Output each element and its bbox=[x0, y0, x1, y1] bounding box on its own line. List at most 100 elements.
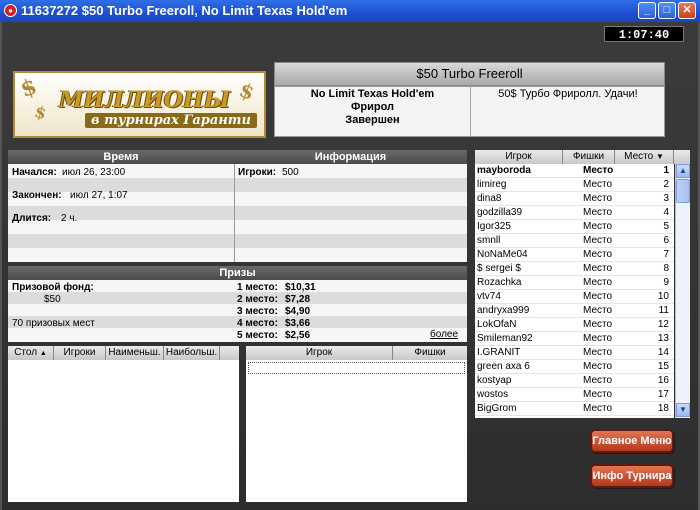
player-chips: Место bbox=[583, 291, 613, 302]
players-count-label: Игроки: bbox=[238, 167, 277, 178]
column-header-chips[interactable]: Фишки bbox=[563, 150, 615, 164]
ended-label: Закончен: bbox=[12, 190, 62, 201]
player-place: 2 bbox=[663, 179, 669, 190]
tournament-kind: Фрирол bbox=[350, 101, 395, 113]
prize-amount: $7,28 bbox=[285, 294, 311, 305]
player-chips: Место bbox=[583, 347, 613, 358]
player-place: 4 bbox=[663, 207, 669, 218]
player-row[interactable]: Igor325 Место 5 bbox=[475, 220, 674, 234]
player-place: 11 bbox=[658, 305, 669, 316]
column-header-place[interactable]: Место ▼ bbox=[615, 150, 674, 164]
duration-value: 2 ч. bbox=[61, 213, 78, 224]
table-player-row[interactable] bbox=[248, 362, 465, 374]
player-row[interactable]: dina8 Место 3 bbox=[475, 192, 674, 206]
player-place: 13 bbox=[657, 333, 669, 344]
time-info-panel: Начался: июл 26, 23:00 Закончен: июл 27,… bbox=[8, 164, 467, 262]
prize-place: 3 место: bbox=[237, 306, 278, 317]
duration-label: Длится: bbox=[12, 213, 52, 224]
dollar-sign-icon: $ bbox=[236, 77, 258, 105]
prizes-panel: Призовой фонд: $50 70 призовых мест 1 ме… bbox=[8, 280, 467, 342]
player-place: 17 bbox=[657, 389, 669, 400]
column-header-players[interactable]: Игроки bbox=[54, 346, 106, 360]
column-header-player[interactable]: Игрок bbox=[475, 150, 563, 164]
table-players-list[interactable]: Игрок Фишки bbox=[246, 346, 467, 502]
player-name: BigGrom bbox=[477, 403, 517, 414]
prize-pool-value: $50 bbox=[44, 294, 61, 305]
player-row[interactable]: $ sergei $ Место 8 bbox=[475, 262, 674, 276]
column-header-min-stack[interactable]: Наименьш. bbox=[106, 346, 164, 360]
scroll-down-arrow-icon[interactable]: ▼ bbox=[676, 403, 690, 417]
prize-amount: $4,90 bbox=[285, 306, 311, 317]
close-button[interactable]: ✕ bbox=[678, 2, 696, 19]
logo-subtitle: в турнирах Гаранти bbox=[85, 113, 257, 128]
players-scrollbar[interactable]: ▲ ▼ bbox=[675, 164, 690, 418]
started-value: июл 26, 23:00 bbox=[62, 167, 126, 178]
player-row[interactable]: Rozachka Место 9 bbox=[475, 276, 674, 290]
player-chips: Место bbox=[583, 249, 613, 260]
player-place: 9 bbox=[663, 277, 669, 288]
player-chips: Место bbox=[583, 403, 613, 414]
player-chips: Место bbox=[583, 361, 613, 372]
player-name: Rozachka bbox=[477, 277, 522, 288]
player-chips: Место bbox=[583, 333, 613, 344]
column-header-max-stack[interactable]: Наибольш. bbox=[164, 346, 220, 360]
player-row[interactable]: BigGrom Место 18 bbox=[475, 402, 674, 416]
main-menu-button[interactable]: Главное Меню bbox=[590, 429, 674, 453]
player-chips: Место bbox=[583, 193, 613, 204]
prize-place: 2 место: bbox=[237, 294, 278, 305]
player-row[interactable]: godzilla39 Место 4 bbox=[475, 206, 674, 220]
player-chips: Место bbox=[583, 375, 613, 386]
minimize-button[interactable]: _ bbox=[638, 2, 656, 19]
tournament-info-button[interactable]: Инфо Турнира bbox=[590, 464, 674, 488]
player-place: 1 bbox=[663, 165, 669, 176]
player-place: 15 bbox=[657, 361, 669, 372]
player-name: LokOfaN bbox=[477, 319, 517, 330]
scroll-up-arrow-icon[interactable]: ▲ bbox=[676, 164, 690, 178]
column-header-place-label: Место bbox=[624, 151, 654, 162]
player-row[interactable]: smnll Место 6 bbox=[475, 234, 674, 248]
player-place: 7 bbox=[663, 249, 669, 260]
player-row[interactable]: wostos Место 17 bbox=[475, 388, 674, 402]
player-row[interactable]: limireg Место 2 bbox=[475, 178, 674, 192]
player-row[interactable]: I.GRANIT Место 14 bbox=[475, 346, 674, 360]
tournament-message: 50$ Турбо Фриролл. Удачи! bbox=[498, 88, 638, 100]
more-prizes-link[interactable]: более bbox=[430, 329, 458, 340]
maximize-button[interactable]: □ bbox=[658, 2, 676, 19]
player-chips: Место bbox=[583, 389, 613, 400]
player-place: 3 bbox=[663, 193, 669, 204]
player-place: 12 bbox=[657, 319, 669, 330]
player-row[interactable]: Smileman92 Место 13 bbox=[475, 332, 674, 346]
player-row[interactable]: NoNaMe04 Место 7 bbox=[475, 248, 674, 262]
player-chips: Место bbox=[583, 277, 613, 288]
player-name: mayboroda bbox=[477, 165, 531, 176]
game-type: No Limit Texas Hold'em bbox=[310, 88, 435, 100]
player-name: kostyap bbox=[477, 375, 512, 386]
tournament-summary: No Limit Texas Hold'em Фрирол Завершен 5… bbox=[274, 86, 665, 137]
player-chips: Место bbox=[583, 305, 613, 316]
promo-logo: $ $ $ $ МИЛЛИОНЫ в турнирах Гаранти bbox=[13, 71, 266, 138]
column-header-player[interactable]: Игрок bbox=[246, 346, 393, 360]
player-row[interactable]: green axa 6 Место 15 bbox=[475, 360, 674, 374]
column-header-table[interactable]: Стол ▲ bbox=[8, 346, 54, 360]
scroll-thumb[interactable] bbox=[676, 179, 690, 203]
player-place: 6 bbox=[663, 235, 669, 246]
poker-chip-icon: ● bbox=[4, 4, 17, 17]
player-chips: Место bbox=[583, 263, 613, 274]
player-name: godzilla39 bbox=[477, 207, 523, 218]
player-row[interactable]: vtv74 Место 10 bbox=[475, 290, 674, 304]
player-row[interactable]: mayboroda Место 1 bbox=[475, 164, 674, 178]
time-panel-header: Время bbox=[8, 150, 234, 164]
player-row[interactable]: andryxa999 Место 11 bbox=[475, 304, 674, 318]
player-chips: Место bbox=[583, 221, 613, 232]
player-row[interactable]: LokOfaN Место 12 bbox=[475, 318, 674, 332]
paid-places: 70 призовых мест bbox=[12, 318, 95, 329]
player-chips: Место bbox=[583, 179, 613, 190]
player-place: 18 bbox=[657, 403, 669, 414]
player-row[interactable]: kostyap Место 16 bbox=[475, 374, 674, 388]
players-list[interactable]: mayboroda Место 1 limireg Место 2 dina8 Место 3 g… bbox=[475, 164, 674, 418]
tables-list[interactable]: Стол ▲ Игроки Наименьш. Наибольш. bbox=[8, 346, 239, 502]
column-header-chips[interactable]: Фишки bbox=[393, 346, 467, 360]
player-chips: Место bbox=[583, 319, 613, 330]
dollar-sign-icon: $ bbox=[17, 73, 41, 103]
player-name: green axa 6 bbox=[477, 361, 530, 372]
